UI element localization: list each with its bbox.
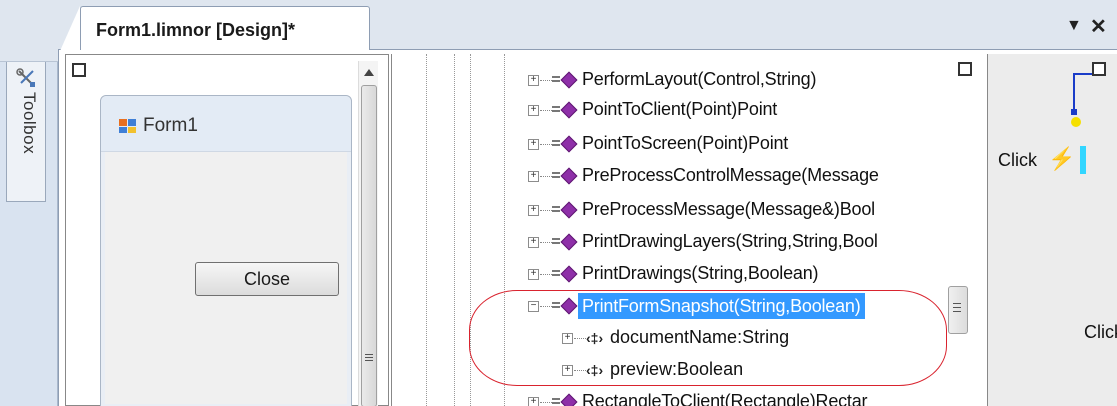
highlight-oval (469, 290, 947, 386)
method-link-icon (552, 238, 560, 244)
method-icon (560, 233, 578, 251)
method-icon (560, 167, 578, 185)
method-label: PreProcessMessage(Message&)Bool (582, 199, 875, 219)
form-titlebar: Form1 (101, 96, 351, 152)
method-label: PointToClient(Point)Point (582, 99, 778, 119)
method-icon (560, 393, 578, 406)
method-icon (560, 201, 578, 219)
method-icon (560, 265, 578, 283)
document-tabbar: Form1.limnor [Design]* ▼ ✕ (58, 0, 1117, 51)
tab-title: Form1.limnor [Design]* (96, 20, 296, 40)
tree-method-item[interactable]: + PointToClient(Point)Point (522, 96, 962, 126)
tree-method-item[interactable]: + PointToScreen(Point)Point (522, 130, 962, 160)
tree-method-item[interactable]: + PrintDrawingLayers(String,String,Bool (522, 228, 962, 258)
method-link-icon (552, 270, 560, 276)
close-button[interactable]: Close (195, 262, 339, 296)
expand-icon[interactable]: + (528, 237, 539, 248)
form-icon (119, 119, 136, 133)
form-panel-scrollbar[interactable] (358, 61, 378, 406)
tree-method-item[interactable]: + PerformLayout(Control,String) (522, 66, 962, 96)
method-label: PrintDrawings(String,Boolean) (582, 263, 819, 283)
expand-icon[interactable]: + (528, 269, 539, 280)
close-tab-icon[interactable]: ✕ (1090, 14, 1107, 39)
expand-icon[interactable]: + (528, 105, 539, 116)
method-icon (560, 101, 578, 119)
method-link-icon (552, 206, 560, 212)
tab-dropdown-icon[interactable]: ▼ (1066, 17, 1082, 35)
event-flow-panel: Click ⚡ Click (987, 54, 1117, 406)
tab-edge (60, 6, 80, 51)
panel-maximize-icon[interactable] (72, 63, 86, 77)
expand-icon[interactable]: + (528, 397, 539, 406)
method-icon (560, 71, 578, 89)
method-label: PerformLayout(Control,String) (582, 69, 817, 89)
form-body: Close (105, 152, 347, 404)
method-label: PreProcessControlMessage(Message (582, 165, 879, 185)
tree-guide-line (454, 54, 455, 406)
lightning-icon: ⚡ (1048, 146, 1076, 171)
toolbox-tab[interactable]: Toolbox (6, 62, 46, 202)
click-event-label: Click (998, 150, 1037, 170)
event-marker (1080, 146, 1086, 174)
designer-area: Form1 Close + PerformLayout(Control,Stri… (58, 50, 1117, 406)
method-link-icon (552, 140, 560, 146)
toolbox-label: Toolbox (20, 92, 39, 155)
method-link-icon (552, 398, 560, 404)
form-window[interactable]: Form1 Close (100, 95, 352, 406)
toolbox-strip-header (0, 0, 58, 62)
tab-form1-design[interactable]: Form1.limnor [Design]* (80, 6, 370, 51)
scroll-thumb[interactable] (361, 85, 377, 406)
tree-method-item[interactable]: + PreProcessControlMessage(Message (522, 162, 962, 192)
method-link-icon (552, 172, 560, 178)
form-title: Form1 (143, 115, 198, 136)
tree-method-item[interactable]: + PrintDrawings(String,Boolean) (522, 260, 962, 290)
panel-maximize-icon[interactable] (958, 62, 972, 76)
toolbox-strip: Toolbox (0, 0, 58, 406)
flow-connector-icon (1071, 73, 1092, 127)
method-label: PointToScreen(Point)Point (582, 133, 789, 153)
tree-guide-line (426, 54, 427, 406)
click-event-label: Click (1084, 322, 1117, 342)
scroll-up-icon[interactable] (364, 69, 374, 76)
tree-scroll-thumb[interactable] (948, 286, 968, 334)
method-label: PrintDrawingLayers(String,String,Bool (582, 231, 878, 251)
method-label: RectangleToClient(Rectangle)Rectar (582, 391, 868, 406)
expand-icon[interactable]: + (528, 205, 539, 216)
tree-method-item[interactable]: + PreProcessMessage(Message&)Bool (522, 196, 962, 226)
form-preview-panel: Form1 Close (65, 54, 389, 406)
expand-icon[interactable]: + (528, 171, 539, 182)
tree-method-item[interactable]: + RectangleToClient(Rectangle)Rectar (522, 388, 962, 406)
expand-icon[interactable]: + (528, 139, 539, 150)
method-link-icon (552, 76, 560, 82)
method-link-icon (552, 106, 560, 112)
method-icon (560, 135, 578, 153)
tools-icon (16, 68, 35, 87)
expand-icon[interactable]: + (528, 75, 539, 86)
